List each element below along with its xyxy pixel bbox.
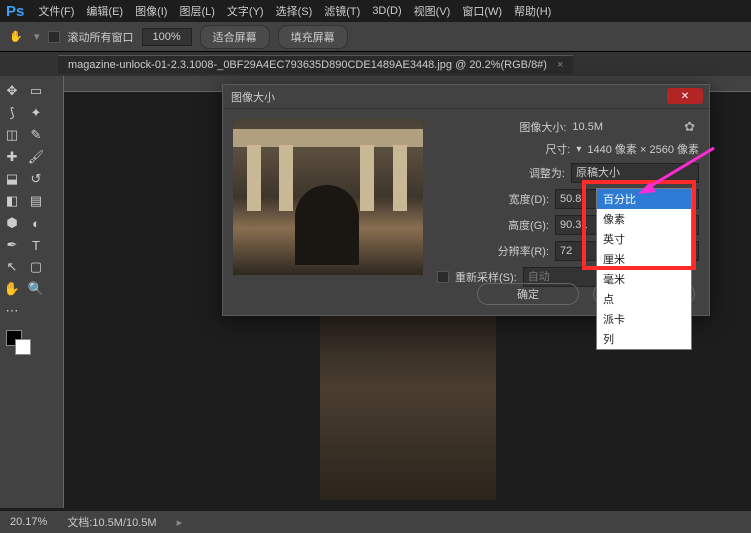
width-label: 宽度(D): [509, 191, 549, 207]
menu-3d[interactable]: 3D(D) [368, 3, 405, 19]
menu-filter[interactable]: 滤镜(T) [320, 1, 364, 21]
statusbar: 20.17% 文档:10.5M/10.5M ▸ [0, 511, 751, 533]
menu-image[interactable]: 图像(I) [131, 1, 171, 21]
zoom-tool-icon[interactable]: 🔍 [24, 278, 48, 300]
ok-button[interactable]: 确定 [477, 283, 579, 305]
menubar: Ps 文件(F) 编辑(E) 图像(I) 图层(L) 文字(Y) 选择(S) 滤… [0, 0, 751, 22]
document-tabs: magazine-unlock-01-2.3.1008-_0BF29A4EC79… [0, 52, 751, 76]
app-logo: Ps [6, 3, 24, 20]
fit-select[interactable]: 原稿大小 [571, 163, 699, 183]
menu-edit[interactable]: 编辑(E) [82, 1, 127, 21]
dropdown-item[interactable]: 毫米 [597, 269, 691, 289]
more-tools-icon[interactable]: ⋯ [0, 300, 24, 322]
hand-tool-icon[interactable]: ✋ [6, 28, 26, 46]
scroll-all-label: 滚动所有窗口 [68, 29, 134, 45]
eyedropper-tool-icon[interactable]: ✎ [24, 124, 48, 146]
res-label: 分辨率(R): [498, 243, 549, 259]
path-tool-icon[interactable]: ↖ [0, 256, 24, 278]
menu-window[interactable]: 窗口(W) [458, 1, 506, 21]
fill-screen-button[interactable]: 填充屏幕 [278, 25, 348, 49]
stamp-tool-icon[interactable]: ⬓ [0, 168, 24, 190]
fit-label: 调整为: [529, 165, 565, 181]
dim-value: 1440 像素 × 2560 像素 [587, 141, 699, 157]
marquee-tool-icon[interactable]: ▭ [24, 80, 48, 102]
height-label: 高度(G): [508, 217, 549, 233]
unit-dropdown[interactable]: 百分比 像素 英寸 厘米 毫米 点 派卡 列 [596, 188, 692, 350]
dropdown-item[interactable]: 像素 [597, 209, 691, 229]
scroll-all-checkbox[interactable] [48, 31, 60, 43]
type-tool-icon[interactable]: T [24, 234, 48, 256]
zoom-value[interactable]: 100% [142, 28, 192, 46]
history-tool-icon[interactable]: ↺ [24, 168, 48, 190]
dropdown-item[interactable]: 厘米 [597, 249, 691, 269]
dropdown-item[interactable]: 列 [597, 329, 691, 349]
crop-tool-icon[interactable]: ◫ [0, 124, 24, 146]
hand-tool-icon[interactable]: ✋ [0, 278, 24, 300]
eraser-tool-icon[interactable]: ◧ [0, 190, 24, 212]
gradient-tool-icon[interactable]: ▤ [24, 190, 48, 212]
fit-screen-button[interactable]: 适合屏幕 [200, 25, 270, 49]
options-bar: ✋ ▾ 滚动所有窗口 100% 适合屏幕 填充屏幕 [0, 22, 751, 52]
status-zoom[interactable]: 20.17% [10, 516, 47, 528]
menu-file[interactable]: 文件(F) [34, 1, 78, 21]
wand-tool-icon[interactable]: ✦ [24, 102, 48, 124]
blur-tool-icon[interactable]: ⬢ [0, 212, 24, 234]
menu-layer[interactable]: 图层(L) [175, 1, 218, 21]
size-label: 图像大小: [519, 119, 566, 135]
tab-label: magazine-unlock-01-2.3.1008-_0BF29A4EC79… [68, 59, 547, 71]
dialog-titlebar[interactable]: 图像大小 ✕ [223, 85, 709, 109]
fg-color[interactable] [6, 330, 22, 346]
menu-help[interactable]: 帮助(H) [510, 1, 555, 21]
dialog-title: 图像大小 [231, 89, 275, 105]
close-icon[interactable]: × [557, 59, 563, 71]
pen-tool-icon[interactable]: ✒ [0, 234, 24, 256]
dropdown-item[interactable]: 英寸 [597, 229, 691, 249]
menu-select[interactable]: 选择(S) [272, 1, 317, 21]
gear-icon[interactable]: ✿ [684, 119, 695, 135]
resample-checkbox[interactable] [437, 271, 449, 283]
dropdown-item[interactable]: 派卡 [597, 309, 691, 329]
menu-type[interactable]: 文字(Y) [223, 1, 268, 21]
healing-tool-icon[interactable]: ✚ [0, 146, 24, 168]
bg-color[interactable] [15, 339, 31, 355]
dropdown-item[interactable]: 百分比 [597, 189, 691, 209]
status-doc: 文档:10.5M/10.5M [67, 514, 156, 530]
color-swatches[interactable] [0, 322, 48, 358]
shape-tool-icon[interactable]: ▢ [24, 256, 48, 278]
brush-tool-icon[interactable]: 🖌 [24, 146, 48, 168]
dodge-tool-icon[interactable]: ◐ [24, 212, 48, 234]
menu-view[interactable]: 视图(V) [410, 1, 455, 21]
size-value: 10.5M [572, 121, 603, 133]
move-tool-icon[interactable]: ✥ [0, 80, 24, 102]
toolbox: ✥▭ ⟆✦ ◫✎ ✚🖌 ⬓↺ ◧▤ ⬢◐ ✒T ↖▢ ✋🔍 ⋯ [0, 76, 48, 508]
preview-image [233, 119, 423, 275]
close-icon[interactable]: ✕ [667, 88, 703, 104]
document-tab[interactable]: magazine-unlock-01-2.3.1008-_0BF29A4EC79… [58, 55, 573, 74]
dropdown-item[interactable]: 点 [597, 289, 691, 309]
dim-label: 尺寸: [545, 141, 570, 157]
lasso-tool-icon[interactable]: ⟆ [0, 102, 24, 124]
ruler-vertical[interactable] [48, 76, 64, 508]
